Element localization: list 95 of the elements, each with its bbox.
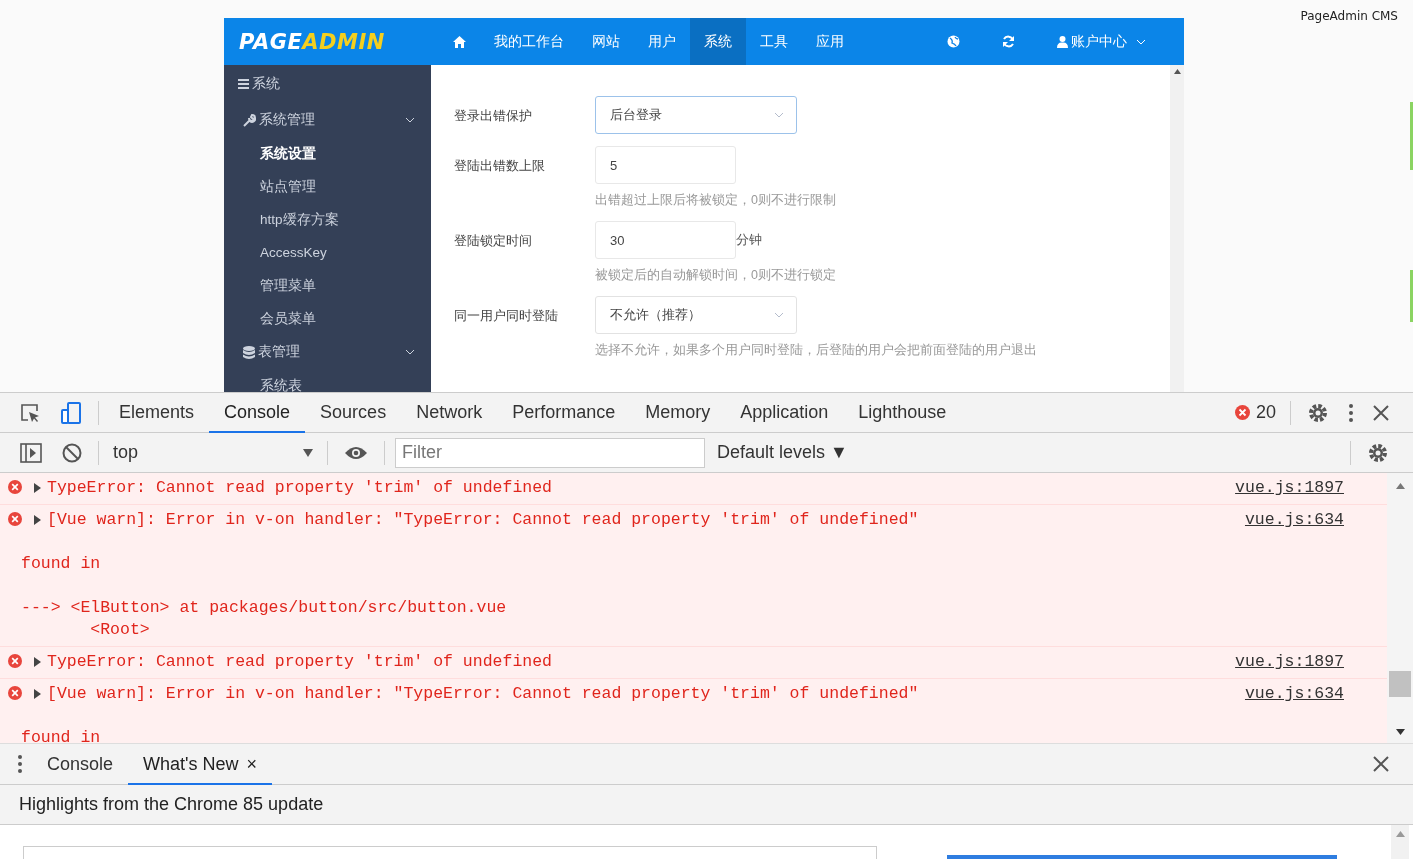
devtools-tab[interactable]: Application (725, 392, 844, 433)
field-hint: 选择不允许，如果多个用户同时登陆，后登陆的用户会把前面登陆的用户退出 (595, 342, 1037, 359)
scroll-down-icon[interactable] (1395, 729, 1405, 735)
error-message: TypeError: Cannot read property 'trim' of undefined (47, 478, 552, 497)
devtools-tab[interactable]: Network (401, 392, 498, 433)
scroll-up-icon[interactable] (1173, 69, 1181, 74)
devtools-tab[interactable]: Elements (105, 392, 210, 433)
error-detail: found in (21, 553, 102, 575)
context-selector[interactable]: top (105, 442, 321, 463)
scrollbar[interactable] (1391, 825, 1409, 859)
error-icon (1234, 405, 1250, 420)
logo: PAGEADMIN (239, 29, 386, 54)
edge-marker (1410, 270, 1413, 322)
menu-icon (238, 79, 249, 89)
unit-label: 分钟 (736, 231, 762, 249)
levels-dropdown[interactable]: Default levels ▼ (717, 442, 848, 463)
error-message: [Vue warn]: Error in v-on handler: "TypeError: Cannot read property 'trim' of undefined" (47, 684, 919, 703)
scroll-up-icon[interactable] (1395, 483, 1405, 489)
settings-icon[interactable] (1367, 441, 1389, 464)
sidebar-item[interactable]: 系统设置 (224, 137, 431, 170)
devtools-tab[interactable]: Memory (630, 392, 726, 433)
source-link[interactable]: vue.js:1897 (1235, 652, 1344, 671)
eye-icon[interactable] (344, 444, 368, 461)
close-icon[interactable] (1373, 404, 1389, 421)
expand-arrow-icon[interactable] (34, 482, 41, 493)
sidebar-item[interactable]: AccessKey (224, 236, 431, 269)
input-field[interactable]: 30 (595, 221, 736, 259)
inspect-icon[interactable] (20, 402, 40, 423)
scrollbar[interactable] (1387, 473, 1413, 743)
sidebar-title: 系统 (224, 65, 431, 103)
clear-console-icon[interactable] (62, 442, 82, 463)
filter-field[interactable]: Filter (395, 437, 705, 468)
more-icon[interactable] (18, 755, 22, 773)
site-label: PageAdmin CMS (1300, 9, 1398, 23)
globe-icon[interactable] (947, 35, 960, 48)
account-menu[interactable]: 账户中心 (1057, 32, 1146, 51)
nav-item[interactable]: 用户 (634, 18, 690, 65)
error-message: TypeError: Cannot read property 'trim' of undefined (47, 652, 552, 671)
user-icon (1057, 35, 1068, 48)
nav-item[interactable]: 网站 (578, 18, 634, 65)
source-link[interactable]: vue.js:1897 (1235, 478, 1344, 497)
caret-icon (774, 112, 784, 118)
source-link[interactable]: vue.js:634 (1244, 510, 1344, 529)
nav-item[interactable]: 我的工作台 (480, 18, 578, 65)
select-field[interactable]: 不允许（推荐） (595, 296, 797, 334)
error-icon (8, 512, 22, 526)
expand-arrow-icon[interactable] (34, 656, 41, 667)
sidebar-group[interactable]: 表管理 (224, 335, 431, 369)
field-label: 同一用户同时登陆 (454, 307, 559, 325)
nav-item[interactable]: 系统 (690, 18, 746, 65)
sidebar-item[interactable]: http缓存方案 (224, 203, 431, 236)
device-toolbar-icon[interactable] (60, 401, 82, 424)
wrench-icon (243, 113, 256, 127)
more-icon[interactable] (1349, 403, 1353, 422)
error-icon (8, 480, 22, 494)
scroll-thumb[interactable] (1389, 671, 1411, 697)
error-detail: ---> <ElButton> at packages/button/src/button.vue <Root> (21, 597, 508, 641)
sidebar-item[interactable]: 管理菜单 (224, 269, 431, 302)
error-counter[interactable]: 20 (1234, 402, 1276, 423)
source-link[interactable]: vue.js:634 (1244, 684, 1344, 703)
error-message: [Vue warn]: Error in v-on handler: "TypeError: Cannot read property 'trim' of undefined" (47, 510, 919, 529)
nav-item[interactable]: 工具 (746, 18, 802, 65)
home-icon (453, 35, 466, 48)
field-hint: 出错超过上限后将被锁定，0则不进行限制 (595, 192, 836, 209)
edge-marker (1410, 102, 1413, 170)
input-field[interactable]: 5 (595, 146, 736, 184)
error-icon (8, 686, 22, 700)
sidebar-group[interactable]: 系统管理 (224, 103, 431, 137)
settings-icon[interactable] (1307, 401, 1329, 424)
field-hint: 被锁定后的自动解锁时间，0则不进行锁定 (595, 267, 836, 284)
sidebar-item[interactable]: 站点管理 (224, 170, 431, 203)
nav-item[interactable]: 应用 (802, 18, 858, 65)
drawer-tab[interactable]: Console (32, 743, 129, 785)
field-label: 登录出错保护 (454, 107, 533, 125)
sidebar-item[interactable]: 会员菜单 (224, 302, 431, 335)
expand-arrow-icon[interactable] (34, 514, 41, 525)
devtools-tab[interactable]: Performance (497, 392, 631, 433)
close-icon[interactable] (1373, 756, 1389, 772)
sidebar-item[interactable]: 系统表 (224, 369, 431, 392)
caret-icon (303, 448, 313, 457)
field-label: 登陆出错数上限 (454, 157, 546, 175)
sidebar-toggle-icon[interactable] (20, 442, 42, 463)
refresh-icon[interactable] (1002, 35, 1015, 48)
error-detail: found in (21, 727, 102, 743)
devtools-tab[interactable]: Lighthouse (843, 392, 962, 433)
database-icon (243, 345, 255, 359)
devtools-tab[interactable]: Sources (305, 392, 402, 433)
select-field[interactable]: 后台登录 (595, 96, 797, 134)
caret-icon (1136, 38, 1146, 45)
field-label: 登陆锁定时间 (454, 232, 533, 250)
scrollbar[interactable] (1170, 65, 1184, 392)
expand-arrow-icon[interactable] (34, 688, 41, 699)
panel-heading: Highlights from the Chrome 85 update (19, 794, 324, 815)
error-icon (8, 654, 22, 668)
caret-icon (774, 312, 784, 318)
